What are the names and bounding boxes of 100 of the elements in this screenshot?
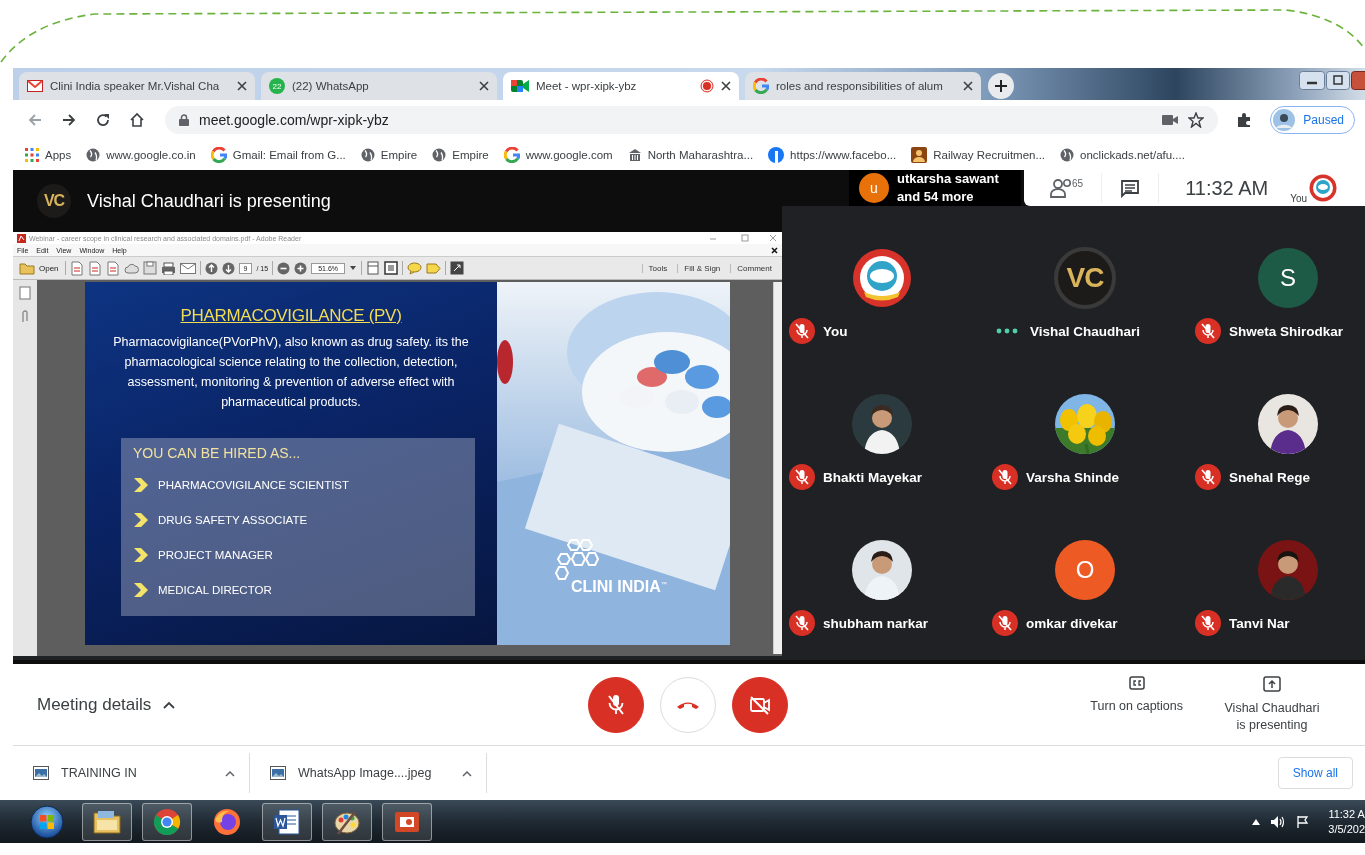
apps-grid-icon xyxy=(25,148,39,162)
printer-icon[interactable] xyxy=(160,261,176,275)
page-icon[interactable] xyxy=(19,286,31,300)
participant-name: You xyxy=(823,323,848,339)
count-badge: 22 xyxy=(269,78,285,94)
browser-tab[interactable]: Clini India speaker Mr.Vishal Cha xyxy=(19,72,255,100)
bookmark[interactable]: www.google.co.in xyxy=(86,148,196,162)
down-arrow-icon[interactable] xyxy=(221,261,235,275)
puzzle-icon[interactable] xyxy=(1236,112,1253,128)
document-icon[interactable] xyxy=(105,260,120,276)
people-button[interactable]: 65 xyxy=(1050,178,1084,198)
open-button[interactable]: Open xyxy=(17,261,61,275)
round-logo-icon xyxy=(153,807,181,836)
zoom-in-icon[interactable] xyxy=(294,261,308,275)
bookmark[interactable]: Apps xyxy=(25,148,72,162)
meeting-details-button[interactable]: Meeting details xyxy=(13,694,588,715)
browser-tab[interactable]: roles and responsibilities of alum xyxy=(745,72,981,100)
camera-off-icon xyxy=(749,694,771,715)
forward-icon[interactable] xyxy=(61,112,77,128)
participant-name: Snehal Rege xyxy=(1229,469,1311,485)
taskbar-button[interactable] xyxy=(82,802,132,841)
chevron-icon xyxy=(133,476,149,493)
globe-icon xyxy=(86,148,101,162)
multicolor-ring-icon xyxy=(503,147,520,163)
speaker-icon[interactable] xyxy=(1270,814,1287,829)
save-icon[interactable] xyxy=(142,261,157,275)
scroll-bar[interactable] xyxy=(773,282,782,654)
close-icon[interactable] xyxy=(237,81,247,91)
paperclip-icon[interactable] xyxy=(20,310,30,324)
building-icon xyxy=(627,148,642,162)
reload-icon[interactable] xyxy=(95,112,111,128)
image-file-icon xyxy=(33,766,49,780)
browser-tab[interactable]: Meet - wpr-xipk-ybz xyxy=(503,72,739,100)
mail-icon xyxy=(27,80,43,92)
globe-icon xyxy=(432,148,447,162)
up-triangle-icon[interactable] xyxy=(1252,818,1261,825)
download-item[interactable]: TRAINING IN xyxy=(13,753,250,793)
flag-icon[interactable] xyxy=(1296,814,1311,829)
up-arrow-icon[interactable] xyxy=(204,261,218,275)
chat-icon[interactable] xyxy=(1120,178,1141,198)
back-icon[interactable] xyxy=(27,112,43,128)
close-icon[interactable] xyxy=(771,246,778,254)
browser-tab[interactable]: 22 (22) WhatsApp xyxy=(261,72,497,100)
participant-name: Bhakti Mayekar xyxy=(823,469,923,485)
camera-icon[interactable] xyxy=(1162,115,1179,125)
new-tab-button[interactable] xyxy=(987,72,1015,100)
initial-avatar: O xyxy=(1055,540,1115,600)
zoom-out-icon[interactable] xyxy=(277,261,291,275)
hexagon-logo-icon xyxy=(553,538,599,580)
bookmark[interactable]: Empire xyxy=(432,148,489,162)
document-icon[interactable] xyxy=(69,260,84,276)
people-icon xyxy=(1050,178,1074,198)
bookmark[interactable]: North Maharashtra... xyxy=(627,148,754,162)
envelope-icon[interactable] xyxy=(179,262,196,274)
present-icon xyxy=(1263,675,1281,692)
maximize-button[interactable] xyxy=(1326,71,1350,90)
dropdown-icon[interactable] xyxy=(349,265,358,271)
multicolor-ring-icon xyxy=(753,78,769,94)
download-item[interactable]: WhatsApp Image....jpeg xyxy=(250,753,487,793)
close-icon[interactable] xyxy=(721,81,731,91)
close-icon[interactable] xyxy=(479,81,489,91)
taskbar-button[interactable] xyxy=(382,802,432,841)
presentation-button[interactable]: Vishal Chaudhari is presenting xyxy=(1219,675,1325,734)
home-icon[interactable] xyxy=(129,112,145,128)
close-icon[interactable] xyxy=(963,81,973,91)
page-icon[interactable] xyxy=(366,261,381,275)
participant-name: Vishal Chaudhari xyxy=(1030,323,1141,339)
caret-icon[interactable] xyxy=(462,769,472,777)
slide-text: Pharmacovigilance(PVorPhV), also known as drug safety. its the pharmacological science relating to the collection, detection, assessment, monitoring & prevention of adverse effect with pharmaceutical products. xyxy=(112,334,470,411)
bookmark[interactable]: onclickads.net/afu.... xyxy=(1060,148,1185,162)
cloud-icon[interactable] xyxy=(123,262,139,274)
captions-icon xyxy=(1128,675,1145,690)
minimize-button[interactable] xyxy=(1299,71,1325,90)
captions-button[interactable]: Turn on captions xyxy=(1090,675,1183,734)
role-item: PHARMACOVIGILANCE SCIENTIST xyxy=(158,478,350,491)
video-camera-icon xyxy=(511,79,529,93)
taskbar-button[interactable] xyxy=(322,802,372,841)
person-icon xyxy=(911,147,928,163)
comment-bubble-icon[interactable] xyxy=(407,261,423,275)
start-orb-icon xyxy=(30,804,64,839)
show-all-button[interactable]: Show all xyxy=(1277,757,1353,789)
address-bar[interactable]: meet.google.com/wpr-xipk-ybz xyxy=(165,106,1219,134)
bookmark[interactable]: https://www.facebo... xyxy=(768,147,897,163)
taskbar-button[interactable] xyxy=(142,802,192,841)
close-button[interactable] xyxy=(1351,71,1365,90)
fit-page-icon[interactable] xyxy=(384,261,399,275)
monogram-avatar: VC xyxy=(1054,247,1116,309)
document-icon[interactable] xyxy=(87,260,102,276)
toolbar-tab[interactable]: Tools xyxy=(641,263,674,273)
bookmark[interactable]: www.google.com xyxy=(503,147,613,163)
role-item: MEDICAL DIRECTOR xyxy=(158,583,272,596)
bookmark[interactable]: Gmail: Email from G... xyxy=(210,147,346,163)
expand-icon[interactable] xyxy=(450,261,465,275)
caret-icon[interactable] xyxy=(225,769,235,777)
bookmark[interactable]: Railway Recruitmen... xyxy=(911,147,1046,163)
bookmark[interactable]: Empire xyxy=(360,148,418,162)
star-icon[interactable] xyxy=(1188,112,1205,128)
toolbar-tab[interactable]: Fill & Sign xyxy=(677,263,727,273)
toolbar-tab[interactable]: Comment xyxy=(730,263,778,273)
taskbar-button[interactable] xyxy=(262,802,312,841)
